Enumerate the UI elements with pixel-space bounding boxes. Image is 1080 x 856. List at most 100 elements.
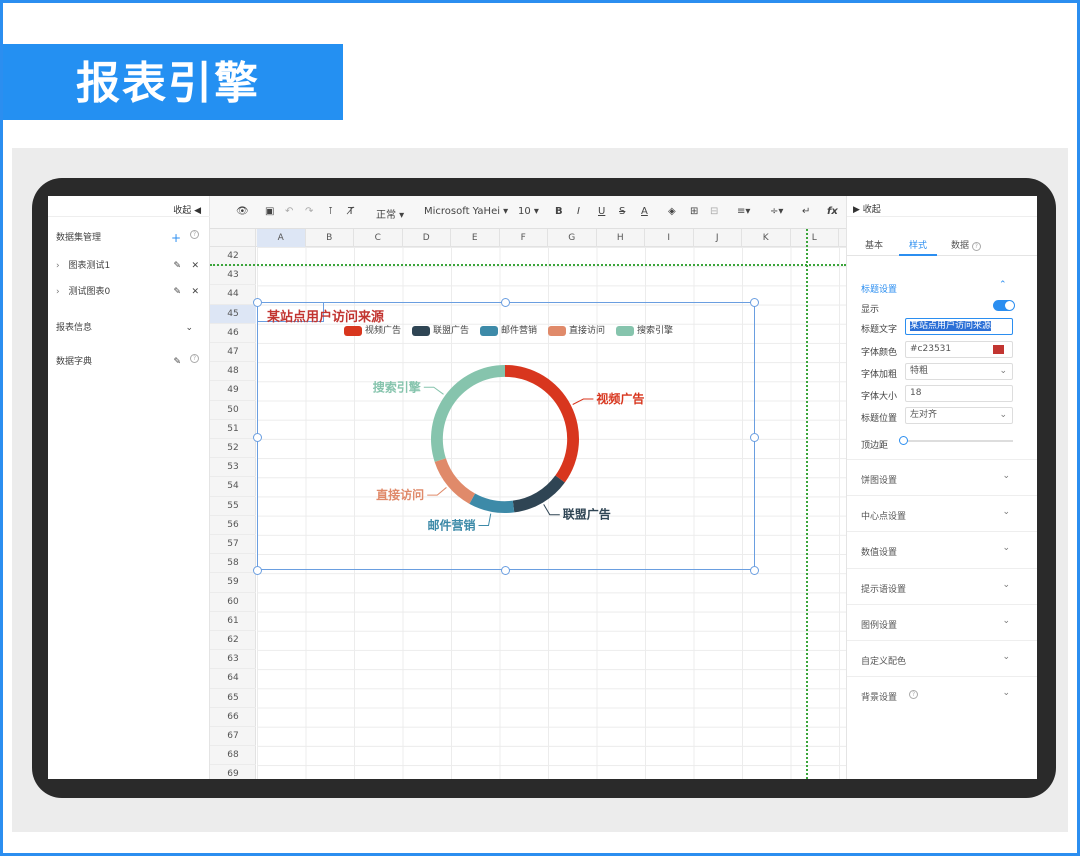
- legend-item[interactable]: 联盟广告: [412, 323, 469, 336]
- save-icon[interactable]: ▣: [265, 206, 274, 217]
- column-header-cell[interactable]: C: [354, 229, 403, 247]
- resize-handle[interactable]: [750, 298, 759, 307]
- settings-section[interactable]: 提示语设置 ⌄: [847, 568, 1037, 604]
- color-swatch[interactable]: [993, 345, 1004, 354]
- donut-slice[interactable]: [434, 458, 476, 504]
- title-position-select[interactable]: 左对齐 ⌄: [905, 407, 1013, 424]
- data-dict-row[interactable]: 数据字典 ✎ ?: [56, 354, 201, 370]
- resize-handle[interactable]: [750, 566, 759, 575]
- settings-section[interactable]: 数值设置 ⌄: [847, 531, 1037, 567]
- delete-icon[interactable]: ✕: [191, 258, 199, 274]
- resize-handle[interactable]: [501, 298, 510, 307]
- legend-item[interactable]: 邮件营销: [480, 323, 537, 336]
- column-header-cell[interactable]: B: [306, 229, 354, 247]
- delete-icon[interactable]: ✕: [191, 284, 199, 300]
- show-toggle[interactable]: [993, 300, 1015, 311]
- resize-handle[interactable]: [501, 566, 510, 575]
- legend-item[interactable]: 直接访问: [548, 323, 605, 336]
- italic-icon[interactable]: I: [577, 206, 580, 217]
- top-margin-slider[interactable]: [905, 440, 1013, 442]
- title-text-input[interactable]: 某站点用户访问来源: [905, 318, 1013, 335]
- row-header-cell[interactable]: 63: [210, 650, 256, 670]
- donut-slice[interactable]: [431, 365, 505, 462]
- bold-icon[interactable]: B: [555, 206, 563, 217]
- row-header-cell[interactable]: 59: [210, 573, 256, 593]
- resize-handle[interactable]: [253, 433, 262, 442]
- align-icon[interactable]: ≡▾: [737, 206, 750, 217]
- corner-cell[interactable]: [210, 229, 256, 247]
- row-header-cell[interactable]: 49: [210, 381, 256, 401]
- function-icon[interactable]: fx: [827, 206, 838, 217]
- column-header-cell[interactable]: A: [257, 229, 306, 247]
- row-header-cell[interactable]: 60: [210, 593, 256, 612]
- add-dataset-button[interactable]: +: [171, 230, 181, 246]
- row-header-cell[interactable]: 51: [210, 420, 256, 439]
- strikethrough-icon[interactable]: S: [619, 206, 625, 217]
- font-size-select[interactable]: 10 ▾: [518, 206, 539, 217]
- chevron-up-icon[interactable]: ⌃: [999, 280, 1007, 290]
- preview-eye-icon[interactable]: 👁: [236, 206, 249, 217]
- edit-icon[interactable]: ✎: [173, 354, 181, 370]
- row-header-cell[interactable]: 56: [210, 516, 256, 535]
- row-header-cell[interactable]: 57: [210, 535, 256, 555]
- font-select[interactable]: Microsoft YaHei ▾: [424, 206, 508, 217]
- title-section-label[interactable]: 标题设置: [861, 282, 897, 295]
- column-header-cell[interactable]: G: [548, 229, 597, 247]
- dataset-item[interactable]: › 图表测试1 ✎ ✕: [56, 258, 201, 274]
- collapse-left-button[interactable]: 收起 ◀: [173, 203, 201, 216]
- settings-section[interactable]: 背景设置? ⌄: [847, 676, 1037, 712]
- row-header-cell[interactable]: 53: [210, 458, 256, 478]
- font-weight-select[interactable]: 特粗 ⌄: [905, 363, 1013, 380]
- valign-icon[interactable]: ÷▾: [770, 206, 783, 217]
- row-header-cell[interactable]: 50: [210, 401, 256, 420]
- row-header-cell[interactable]: 64: [210, 669, 256, 689]
- row-header-cell[interactable]: 45: [210, 304, 256, 324]
- row-header-cell[interactable]: 55: [210, 497, 256, 516]
- top-margin-slider-knob[interactable]: [899, 436, 908, 445]
- report-info-row[interactable]: 报表信息 ⌄: [56, 320, 201, 336]
- settings-section[interactable]: 中心点设置 ⌄: [847, 495, 1037, 531]
- row-header-cell[interactable]: 44: [210, 285, 256, 305]
- clear-format-icon[interactable]: T̸: [348, 206, 354, 217]
- column-header-cell[interactable]: E: [451, 229, 500, 247]
- row-header-cell[interactable]: 48: [210, 362, 256, 382]
- style-select[interactable]: 正常 ▾: [376, 206, 404, 221]
- column-header-cell[interactable]: L: [791, 229, 839, 247]
- row-header-cell[interactable]: 68: [210, 746, 256, 766]
- tab-style[interactable]: 样式: [909, 238, 927, 251]
- help-icon[interactable]: ?: [909, 690, 918, 699]
- edit-icon[interactable]: ✎: [173, 258, 181, 274]
- row-header-cell[interactable]: 67: [210, 727, 256, 747]
- column-header-cell[interactable]: J: [694, 229, 742, 247]
- resize-handle[interactable]: [750, 433, 759, 442]
- column-header-cell[interactable]: D: [403, 229, 451, 247]
- font-color-icon[interactable]: A: [641, 206, 648, 217]
- row-header-cell[interactable]: 66: [210, 708, 256, 727]
- row-header-cell[interactable]: 52: [210, 439, 256, 459]
- settings-section[interactable]: 图例设置 ⌄: [847, 604, 1037, 640]
- dataset-item[interactable]: › 测试图表0 ✎ ✕: [56, 284, 201, 300]
- wrap-icon[interactable]: ↵: [802, 206, 810, 217]
- tab-basic[interactable]: 基本: [865, 238, 883, 251]
- row-header-cell[interactable]: 54: [210, 477, 256, 497]
- column-header-cell[interactable]: K: [742, 229, 791, 247]
- font-color-input[interactable]: #c23531: [905, 341, 1013, 358]
- underline-icon[interactable]: U: [598, 206, 605, 217]
- column-header-cell[interactable]: I: [645, 229, 694, 247]
- column-header-cell[interactable]: H: [597, 229, 645, 247]
- border-icon[interactable]: ⊞: [690, 206, 698, 217]
- row-header-cell[interactable]: 62: [210, 631, 256, 651]
- row-header-cell[interactable]: 58: [210, 554, 256, 574]
- format-painter-icon[interactable]: ⊺: [328, 206, 333, 217]
- row-header-cell[interactable]: 43: [210, 266, 256, 286]
- donut-slice[interactable]: [505, 365, 579, 483]
- settings-section[interactable]: 自定义配色 ⌄: [847, 640, 1037, 676]
- font-size-input[interactable]: 18: [905, 385, 1013, 402]
- donut-slice[interactable]: [512, 475, 565, 513]
- settings-section[interactable]: 饼图设置 ⌄: [847, 459, 1037, 495]
- row-header-cell[interactable]: 65: [210, 689, 256, 708]
- redo-icon[interactable]: ↷: [305, 206, 313, 217]
- row-header-cell[interactable]: 46: [210, 324, 256, 343]
- row-header-cell[interactable]: 69: [210, 765, 256, 779]
- collapse-right-button[interactable]: ▶ 收起: [853, 202, 881, 215]
